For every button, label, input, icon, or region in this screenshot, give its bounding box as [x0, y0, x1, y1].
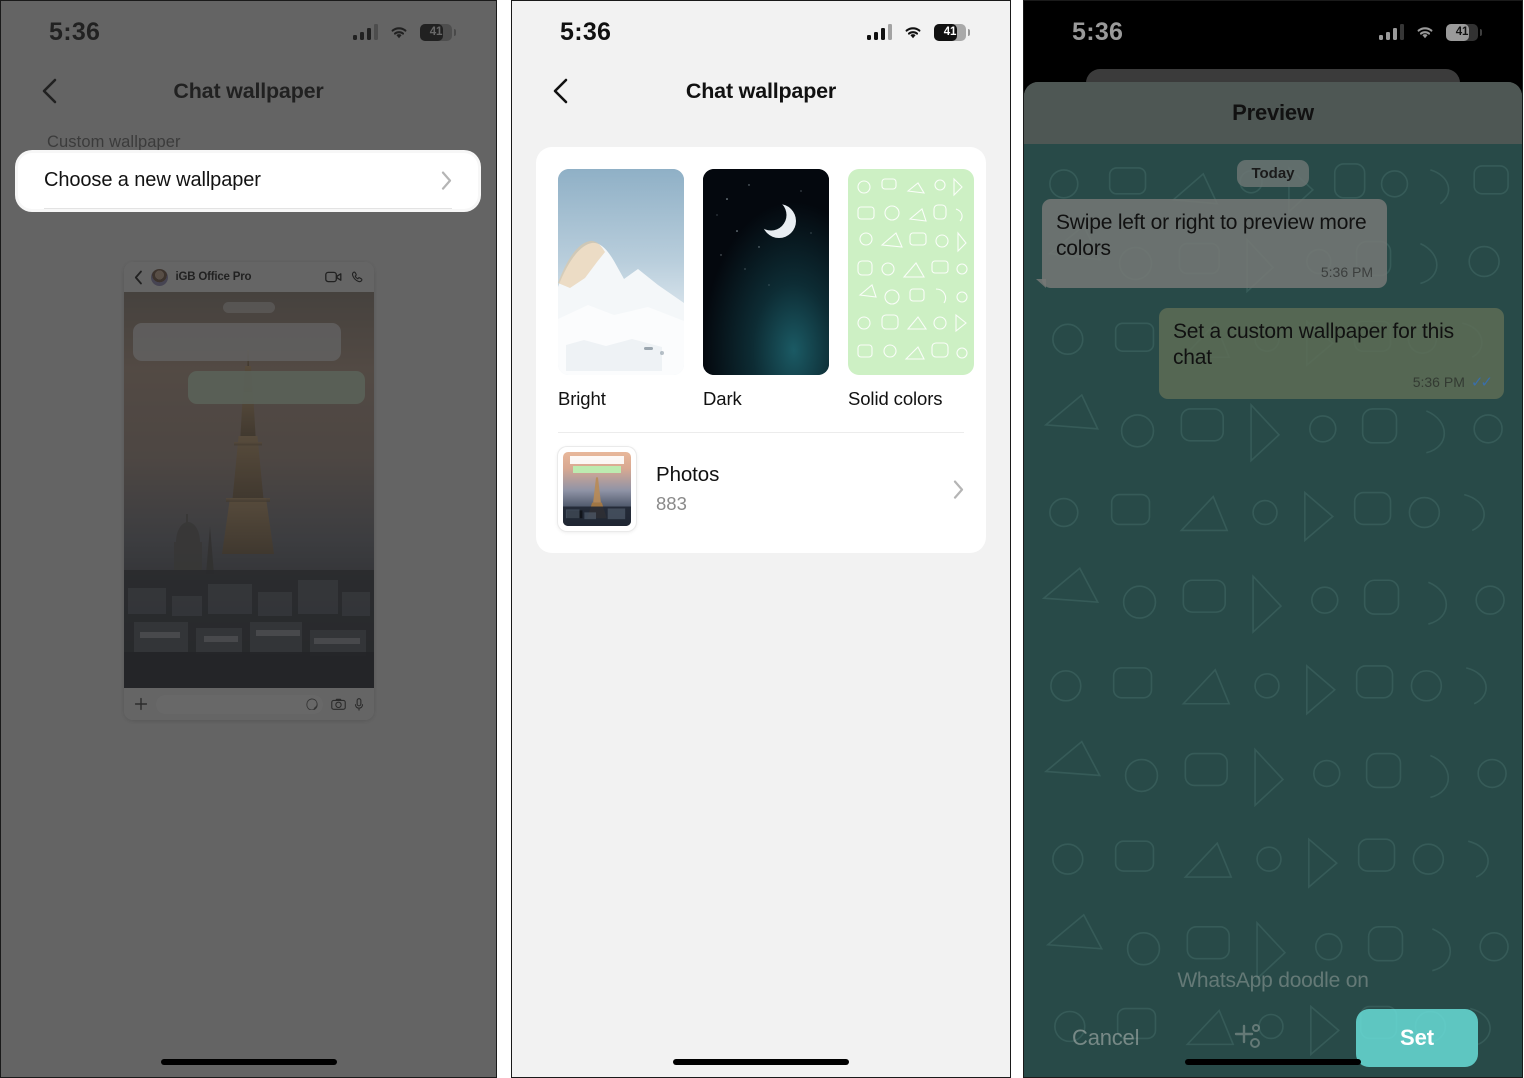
- message-bubble-outgoing[interactable]: Set a custom wallpaper for this chat 5:3…: [1159, 308, 1504, 400]
- mini-header-actions: [324, 271, 364, 284]
- page-title: Chat wallpaper: [173, 78, 324, 103]
- status-icons: 41: [1378, 23, 1482, 41]
- video-call-icon: [324, 271, 341, 283]
- message-meta: 5:36 PM ✓✓: [1173, 373, 1493, 392]
- contact-name: iGB Office Pro: [175, 271, 252, 283]
- snowy-mountain-thumbnail: [558, 169, 684, 375]
- camera-icon: [330, 698, 346, 710]
- home-indicator: [1185, 1059, 1361, 1065]
- battery-percent: 41: [943, 26, 957, 38]
- voice-call-icon: [351, 271, 362, 282]
- avatar: [150, 268, 168, 286]
- wallpaper-option-dark[interactable]: Dark: [703, 169, 829, 410]
- status-bar: 5:36 41: [1, 1, 496, 63]
- status-bar: 5:36 41: [1024, 1, 1522, 63]
- nav-bar: Chat wallpaper: [1, 63, 496, 119]
- mini-chat-header: iGB Office Pro: [123, 262, 374, 292]
- mini-message-input: [155, 694, 323, 714]
- chevron-right-icon: [953, 480, 964, 499]
- chat-wallpaper-area: Today Swipe left or right to preview mor…: [1024, 144, 1522, 1077]
- wallpaper-options-grid: Bright Dark Solid colors: [536, 147, 986, 414]
- mini-chat-preview: iGB Office Pro: [123, 262, 374, 720]
- panel-chat-wallpaper-settings: 5:36 41 Chat wallpaper Custom wallpaper …: [0, 0, 497, 1078]
- wallpaper-option-label: Dark: [703, 388, 742, 409]
- message-time: 5:36 PM: [1320, 264, 1373, 281]
- status-time: 5:36: [49, 17, 101, 46]
- date-badge: Today: [1237, 160, 1309, 187]
- crescent-moon-night-thumbnail: [703, 169, 829, 375]
- set-button[interactable]: Set: [1356, 1009, 1478, 1067]
- wallpaper-option-solid-colors[interactable]: Solid colors: [848, 169, 974, 410]
- sparkle-ai-icon[interactable]: [1228, 1018, 1268, 1058]
- panel-wallpaper-preview: 5:36 41 Preview Today Swipe left or righ…: [1023, 0, 1523, 1078]
- battery-icon: 41: [1446, 23, 1482, 41]
- preview-sheet: Preview Today Swipe left or right to pre…: [1024, 82, 1522, 1077]
- nav-bar: Chat wallpaper: [512, 63, 1010, 119]
- attach-plus-icon: [134, 697, 147, 711]
- photos-title: Photos: [656, 463, 720, 486]
- bubble-tail: [1036, 279, 1046, 289]
- wallpaper-options-card: Bright Dark Solid colors Photos 883: [536, 147, 986, 553]
- status-icons: 41: [866, 23, 970, 41]
- photos-text: Photos 883: [656, 463, 933, 515]
- status-time: 5:36: [1072, 17, 1124, 46]
- battery-icon: 41: [420, 23, 456, 41]
- cellular-signal-icon: [352, 24, 378, 40]
- sheet-header: Preview: [1024, 82, 1522, 144]
- message-time: 5:36 PM: [1412, 374, 1465, 391]
- wifi-icon: [388, 24, 410, 40]
- photos-row[interactable]: Photos 883: [536, 433, 986, 553]
- cancel-button[interactable]: Cancel: [1072, 1025, 1139, 1051]
- back-chevron-icon[interactable]: [37, 76, 63, 106]
- message-bubble-incoming[interactable]: Swipe left or right to preview more colo…: [1036, 199, 1387, 289]
- choose-new-wallpaper-row[interactable]: Choose a new wallpaper: [18, 153, 478, 209]
- cellular-signal-icon: [1378, 24, 1404, 40]
- read-receipt-icon: ✓✓: [1470, 374, 1493, 392]
- mini-composer: [123, 688, 374, 720]
- status-bar: 5:36 41: [512, 1, 1010, 63]
- battery-percent: 41: [429, 26, 443, 38]
- home-indicator: [673, 1059, 849, 1065]
- mini-wallpaper: [123, 292, 374, 688]
- photos-count: 883: [656, 493, 687, 514]
- wifi-icon: [902, 24, 924, 40]
- message-text: Swipe left or right to preview more colo…: [1056, 211, 1367, 261]
- messages-list: Today Swipe left or right to preview mor…: [1024, 144, 1522, 400]
- sheet-title: Preview: [1232, 100, 1314, 125]
- wallpaper-preview-card: iGB Office Pro: [25, 240, 472, 740]
- mini-date-pill: [222, 302, 275, 313]
- back-chevron-icon: [134, 270, 143, 285]
- wallpaper-option-label: Bright: [558, 388, 606, 409]
- back-chevron-icon[interactable]: [548, 76, 574, 106]
- choose-new-wallpaper-label: Choose a new wallpaper: [44, 169, 261, 191]
- battery-percent: 41: [1455, 26, 1469, 38]
- sticker-icon: [305, 698, 318, 710]
- message-text: Set a custom wallpaper for this chat: [1173, 320, 1454, 370]
- status-time: 5:36: [560, 17, 612, 46]
- wallpaper-option-label: Solid colors: [848, 388, 943, 409]
- mini-bubbles: [124, 302, 374, 404]
- status-icons: 41: [352, 23, 456, 41]
- paris-photo-thumbnail: [558, 447, 636, 531]
- mini-outgoing-bubble: [188, 371, 365, 404]
- page-title: Chat wallpaper: [685, 78, 837, 103]
- chevron-right-icon: [441, 171, 452, 190]
- panel-wallpaper-chooser: 5:36 41 Chat wallpaper Bright Dark Solid…: [511, 0, 1011, 1078]
- three-panel-screenshot: 5:36 41 Chat wallpaper Custom wallpaper …: [0, 0, 1524, 1078]
- light-green-doodle-thumbnail: [848, 169, 974, 375]
- cellular-signal-icon: [866, 24, 892, 40]
- wifi-icon: [1414, 24, 1436, 40]
- wallpaper-option-bright[interactable]: Bright: [558, 169, 684, 410]
- battery-icon: 41: [934, 23, 970, 41]
- message-meta: 5:36 PM: [1056, 264, 1373, 280]
- microphone-icon: [354, 697, 363, 711]
- wallpaper-name-label: WhatsApp doodle on: [1177, 969, 1369, 992]
- mini-incoming-bubble: [132, 323, 342, 361]
- home-indicator: [160, 1059, 337, 1065]
